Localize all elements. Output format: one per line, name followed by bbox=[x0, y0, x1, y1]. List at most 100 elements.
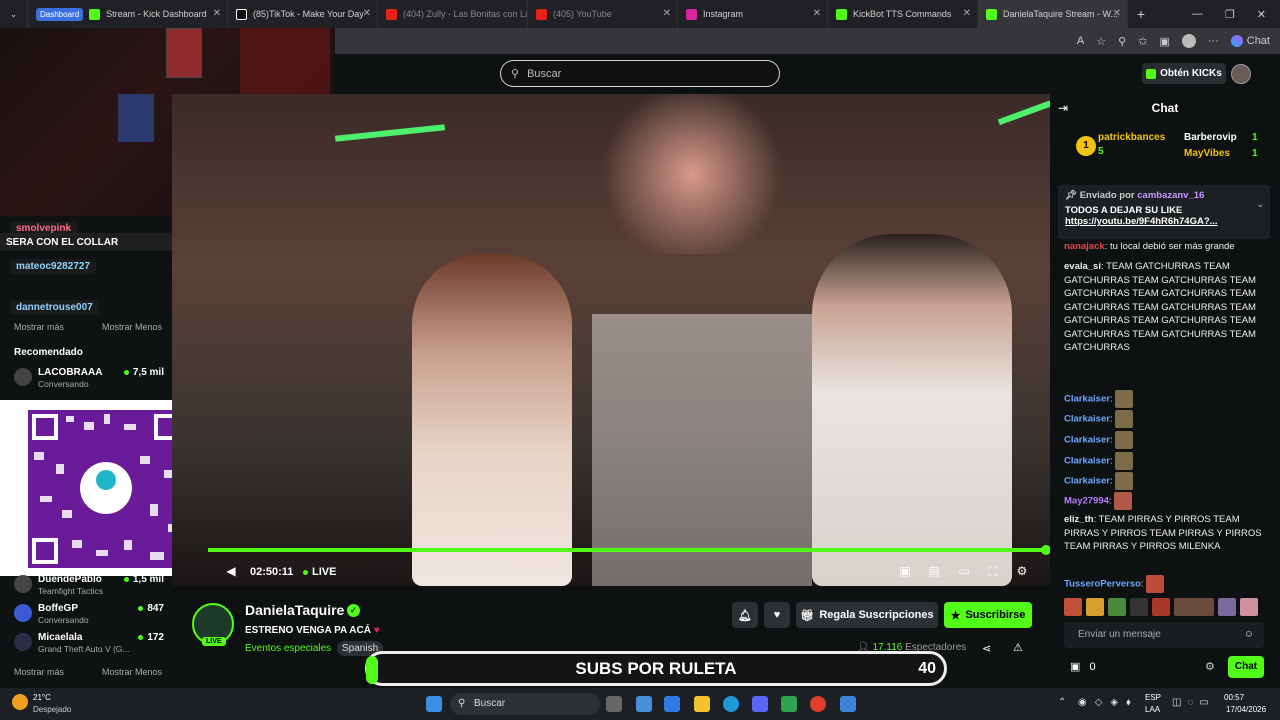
clip-icon[interactable]: ▤ bbox=[927, 564, 941, 578]
extensions-icon[interactable]: ⚲ bbox=[1118, 35, 1126, 48]
close-icon[interactable]: ✕ bbox=[963, 8, 971, 19]
chat-settings-gear-icon[interactable]: ⚙ bbox=[1205, 660, 1215, 673]
emoji-icon[interactable]: ☺ bbox=[1244, 622, 1254, 648]
app-icon[interactable] bbox=[781, 696, 797, 712]
windows-start-icon[interactable] bbox=[426, 696, 442, 712]
tab-actions-chevron-icon[interactable]: ⌄ bbox=[0, 0, 28, 28]
collections-icon[interactable]: ▣ bbox=[1159, 35, 1169, 48]
tray-icons[interactable]: ◉◇◈⬧ bbox=[1078, 697, 1139, 708]
keyboard-language[interactable]: ESP bbox=[1145, 693, 1161, 702]
pinned-link[interactable]: https://youtu.be/9F4hR6h74GA?... bbox=[1065, 216, 1263, 227]
stream-category[interactable]: Eventos especiales bbox=[245, 643, 331, 654]
notifications-button[interactable]: 🔔︎ bbox=[732, 602, 758, 628]
share-icon[interactable]: ⋖ bbox=[982, 642, 991, 655]
network-volume-battery-icons[interactable]: ◫◌▭ bbox=[1172, 697, 1215, 708]
streamer-name[interactable]: DanielaTaquire bbox=[245, 602, 344, 618]
close-icon[interactable]: ✕ bbox=[663, 8, 671, 19]
widgets-icon[interactable] bbox=[636, 696, 652, 712]
taskbar-search[interactable]: ⚲ Buscar bbox=[450, 693, 600, 715]
chrome-icon[interactable] bbox=[810, 696, 826, 712]
video-player[interactable] bbox=[172, 94, 1050, 586]
recommended-channel[interactable]: Micaelala Grand Theft Auto V (G... 172 bbox=[14, 631, 164, 657]
video-progress-bar[interactable] bbox=[208, 545, 1051, 555]
gifter-name[interactable]: MayVibes bbox=[1184, 148, 1230, 159]
search-icon: ⚲ bbox=[511, 68, 520, 80]
close-icon[interactable]: ✕ bbox=[1113, 8, 1121, 19]
recommended-channel[interactable]: BoffeGP Conversando 847 bbox=[14, 602, 164, 628]
chevron-down-icon[interactable]: ⌄ bbox=[1256, 199, 1264, 210]
show-less-link[interactable]: Mostrar Menos bbox=[102, 667, 162, 677]
read-aloud-icon[interactable]: A bbox=[1077, 35, 1084, 47]
tab-kickbot[interactable]: KickBot TTS Commands ✕ bbox=[828, 0, 978, 28]
top-gifters: 1 patrickbances 5 Barberovip 1 MayVibes … bbox=[1064, 128, 1264, 164]
gift-subs-button[interactable]: 🎁︎ Regala Suscripciones bbox=[796, 602, 938, 628]
user-avatar[interactable] bbox=[1231, 64, 1251, 84]
gifter-name[interactable]: patrickbances bbox=[1098, 132, 1165, 143]
clock-time[interactable]: 00:57 bbox=[1224, 693, 1244, 702]
chat-message-input[interactable]: Enviar un mensaje ☺ bbox=[1064, 622, 1264, 648]
kicks-wallet[interactable]: ▣ 0 bbox=[1070, 660, 1096, 673]
close-icon[interactable]: ✕ bbox=[363, 8, 371, 19]
video-neon-light bbox=[997, 98, 1050, 126]
tab-kick-dashboard[interactable]: Dashboard Stream - Kick Dashboard ✕ bbox=[28, 0, 228, 28]
show-more-link[interactable]: Mostrar más bbox=[14, 322, 64, 332]
emote-sticker bbox=[1086, 598, 1104, 616]
favorites-icon[interactable]: ✩ bbox=[1138, 35, 1147, 48]
gift-box-icon: ▣ bbox=[1070, 661, 1081, 673]
subscribe-button[interactable]: ★ Suscribirse bbox=[944, 602, 1032, 628]
search-icon: ⚲ bbox=[458, 698, 466, 709]
file-explorer-icon[interactable] bbox=[694, 696, 710, 712]
follow-button[interactable]: ♥ bbox=[764, 602, 790, 628]
show-more-link[interactable]: Mostrar más bbox=[14, 667, 64, 677]
theater-mode-icon[interactable]: ▭ bbox=[957, 564, 971, 578]
channel-avatar bbox=[14, 604, 32, 622]
maximize-icon[interactable]: ❐ bbox=[1225, 8, 1235, 21]
app-icon[interactable] bbox=[840, 696, 856, 712]
fullscreen-icon[interactable]: ⛶ bbox=[986, 564, 1000, 578]
chat-message: eliz_th: TEAM PIRRAS Y PIRROS TEAM PIRRA… bbox=[1064, 514, 1262, 552]
new-tab-plus-icon[interactable]: + bbox=[1128, 6, 1154, 22]
copilot-chat-button[interactable]: Chat bbox=[1230, 35, 1270, 48]
tray-chevron-icon[interactable]: ⌃ bbox=[1058, 697, 1066, 708]
more-options-icon[interactable]: ··· bbox=[1208, 35, 1219, 47]
video-person bbox=[812, 234, 1012, 586]
close-icon[interactable]: ✕ bbox=[813, 8, 821, 19]
copilot-app-icon[interactable] bbox=[664, 696, 680, 712]
tab-tiktok[interactable]: (85)TikTok - Make Your Day ✕ bbox=[228, 0, 378, 28]
discord-icon[interactable] bbox=[752, 696, 768, 712]
emote-sticker bbox=[1115, 472, 1134, 490]
get-kicks-button[interactable]: Obtén KICKs bbox=[1142, 63, 1226, 84]
chat-message: TusseroPerverso: bbox=[1064, 575, 1264, 593]
tab-youtube[interactable]: (405) YouTube ✕ bbox=[528, 0, 678, 28]
show-less-link[interactable]: Mostrar Menos bbox=[102, 322, 162, 332]
stream-title: ESTRENO VENGA PA ACÁ ♥ bbox=[245, 625, 380, 636]
recommended-channel[interactable]: DuendePablo Teamfight Tactics 1,5 mil bbox=[14, 573, 164, 599]
tab-daniela-stream[interactable]: DanielaTaquire Stream - W... ✕ bbox=[978, 0, 1128, 28]
close-icon[interactable]: ✕ bbox=[213, 8, 221, 19]
keyboard-layout: LAA bbox=[1145, 705, 1161, 714]
settings-gear-icon[interactable]: ⚙ bbox=[1015, 564, 1029, 578]
close-window-icon[interactable]: ✕ bbox=[1257, 8, 1266, 21]
verified-icon: ✓ bbox=[347, 604, 360, 617]
favorite-star-icon[interactable]: ☆ bbox=[1096, 35, 1106, 48]
picture-in-picture-icon[interactable]: ▣ bbox=[898, 564, 912, 578]
minimize-icon[interactable]: — bbox=[1192, 8, 1203, 21]
emote-sticker bbox=[1130, 598, 1148, 616]
chat-send-button[interactable]: Chat bbox=[1228, 656, 1264, 678]
gifter-name[interactable]: Barberovip bbox=[1184, 132, 1237, 143]
kick-icon bbox=[836, 8, 847, 20]
youtube-icon bbox=[536, 8, 547, 20]
report-warning-icon[interactable]: ⚠ bbox=[1013, 641, 1023, 654]
tab-youtube-zully[interactable]: (404) Zully - Las Bonitas con La... bbox=[378, 0, 528, 28]
volume-icon[interactable]: ◀ bbox=[224, 564, 238, 578]
pinned-message[interactable]: 📌︎ Enviado por cambazanv_16 TODOS A DEJA… bbox=[1058, 185, 1270, 239]
profile-avatar[interactable] bbox=[1181, 34, 1196, 48]
task-view-icon[interactable] bbox=[606, 696, 622, 712]
weather-temp[interactable]: 21°C bbox=[33, 693, 51, 702]
recommended-channel[interactable]: LACOBRAAA Conversando 7,5 mil bbox=[14, 366, 164, 392]
gifter-rank-badge: 1 bbox=[1076, 136, 1096, 156]
search-input[interactable]: ⚲ Buscar bbox=[500, 60, 780, 87]
tab-label: KickBot TTS Commands bbox=[853, 9, 952, 19]
tab-instagram[interactable]: Instagram ✕ bbox=[678, 0, 828, 28]
edge-browser-icon[interactable] bbox=[723, 696, 739, 712]
